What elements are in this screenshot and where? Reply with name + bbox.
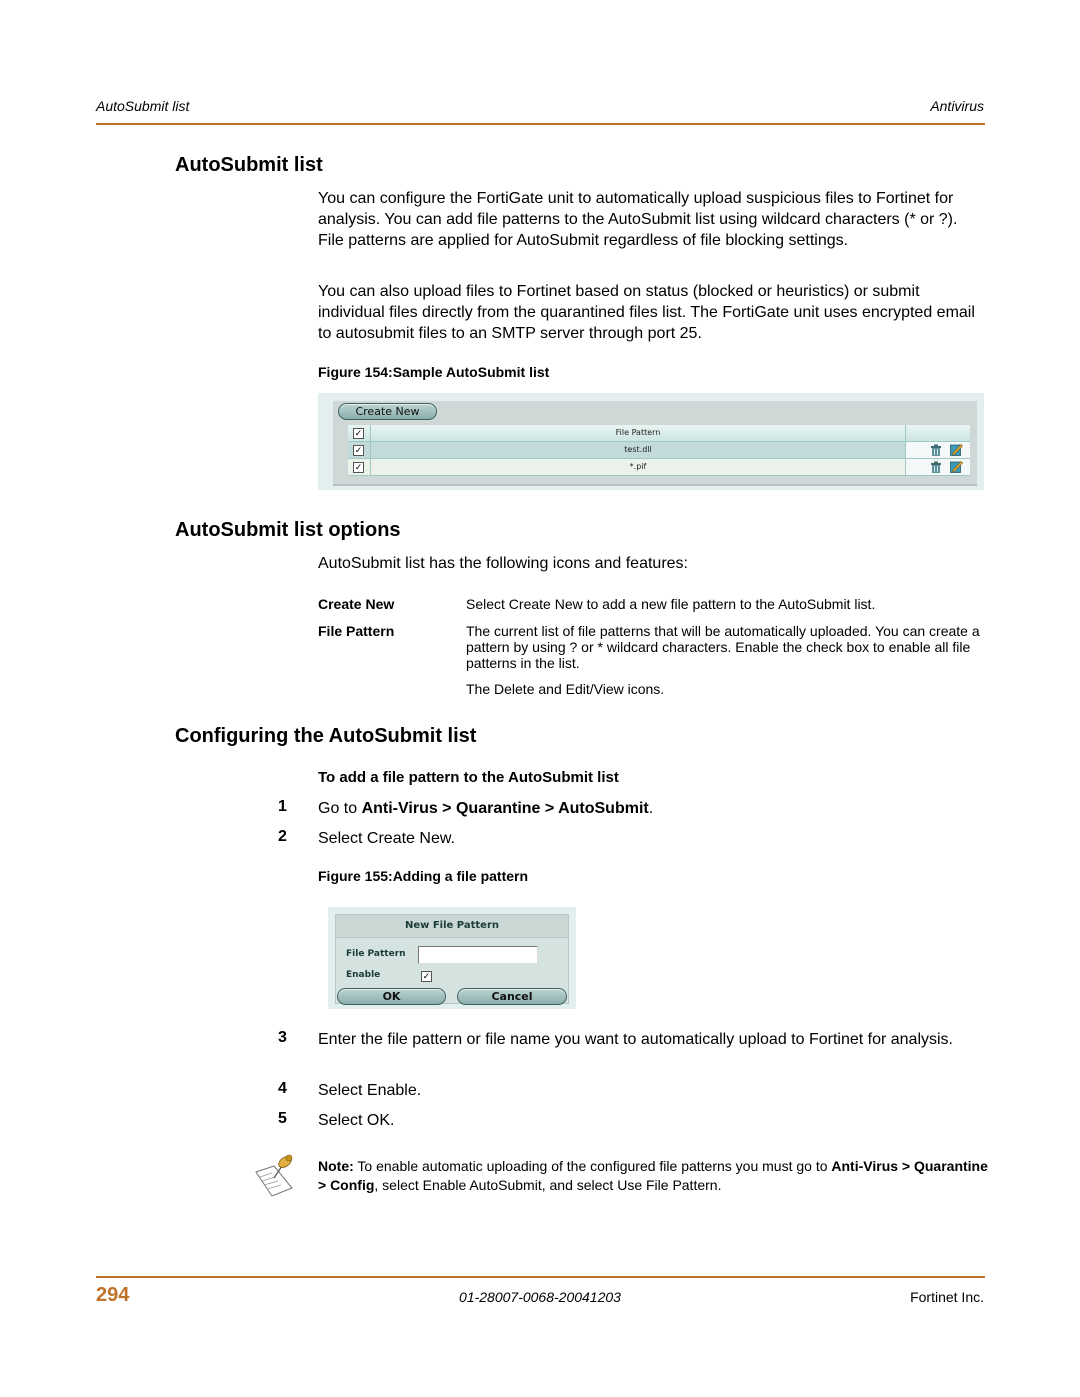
step-1-text: Go to Anti-Virus > Quarantine > AutoSubm… xyxy=(318,798,978,819)
delete-icon[interactable] xyxy=(930,461,942,473)
select-all-checkbox[interactable]: ✓ xyxy=(353,428,364,439)
edit-view-icon[interactable] xyxy=(950,443,963,456)
cancel-button[interactable]: Cancel xyxy=(457,988,567,1005)
step-1-suffix: . xyxy=(648,800,654,817)
row-enable-checkbox[interactable]: ✓ xyxy=(353,462,364,473)
step-number: 3 xyxy=(278,1029,287,1046)
section-title-configuring: Configuring the AutoSubmit list xyxy=(175,725,477,747)
note-pushpin-icon xyxy=(255,1154,293,1197)
file-pattern-table: ✓ File Pattern ✓ test.dll ✓ *.pif xyxy=(348,425,970,476)
definition-term-create-new: Create New xyxy=(318,596,395,612)
note-text-part-2: , select Enable AutoSubmit, and select U… xyxy=(374,1177,722,1193)
table-row: ✓ *.pif xyxy=(348,459,970,476)
figure-155-new-file-pattern: New File Pattern File Pattern Enable ✓ O… xyxy=(328,907,576,1009)
figure-154-caption: Figure 154:Sample AutoSubmit list xyxy=(318,364,550,380)
definition-text-icons: The Delete and Edit/View icons. xyxy=(466,681,665,697)
intro-paragraph-2: You can also upload files to Fortinet ba… xyxy=(318,283,975,342)
company-name: Fortinet Inc. xyxy=(910,1289,984,1305)
file-pattern-label: File Pattern xyxy=(346,949,406,959)
procedure-title: To add a file pattern to the AutoSubmit … xyxy=(318,769,619,786)
figure-154-autosubmit-list: Create New ✓ File Pattern ✓ test.dll ✓ *… xyxy=(318,393,984,490)
definition-text-file-pattern: The current list of file patterns that w… xyxy=(466,623,980,671)
autosubmit-list-panel: Create New ✓ File Pattern ✓ test.dll ✓ *… xyxy=(333,401,977,486)
edit-view-icon[interactable] xyxy=(950,460,963,473)
intro-paragraph-1: You can configure the FortiGate unit to … xyxy=(318,190,958,249)
note-text: Note: To enable automatic uploading of t… xyxy=(318,1157,988,1195)
file-pattern-cell: *.pif xyxy=(371,459,906,475)
step-number: 2 xyxy=(278,828,287,845)
enable-label: Enable xyxy=(346,970,381,980)
section-title-list-options: AutoSubmit list options xyxy=(175,519,401,541)
step-5-text: Select OK. xyxy=(318,1112,395,1129)
enable-checkbox[interactable]: ✓ xyxy=(421,971,432,982)
create-new-button[interactable]: Create New xyxy=(338,403,437,420)
menu-path: Anti-Virus > Quarantine > AutoSubmit xyxy=(361,800,649,817)
options-intro: AutoSubmit list has the following icons … xyxy=(318,555,688,572)
new-file-pattern-dialog: New File Pattern File Pattern Enable ✓ O… xyxy=(335,914,569,1005)
file-pattern-cell: test.dll xyxy=(371,442,906,458)
step-1-prefix: Go to xyxy=(318,800,362,817)
step-2-text: Select Create New. xyxy=(318,830,455,847)
table-header-row: ✓ File Pattern xyxy=(348,425,970,442)
step-number: 5 xyxy=(278,1110,287,1127)
ok-button[interactable]: OK xyxy=(337,988,446,1005)
figure-155-caption: Figure 155:Adding a file pattern xyxy=(318,868,529,884)
note-text-part-1: To enable automatic uploading of the con… xyxy=(353,1158,832,1174)
table-row: ✓ test.dll xyxy=(348,442,970,459)
delete-icon[interactable] xyxy=(930,444,942,456)
step-number: 1 xyxy=(278,798,287,815)
row-enable-checkbox[interactable]: ✓ xyxy=(353,445,364,456)
definition-text-create-new: Select Create New to add a new file patt… xyxy=(466,596,876,612)
step-number: 4 xyxy=(278,1080,287,1097)
column-header-file-pattern: File Pattern xyxy=(371,425,906,441)
step-4-text: Select Enable. xyxy=(318,1082,422,1099)
running-header-section: AutoSubmit list xyxy=(96,98,190,114)
footer-rule xyxy=(96,1276,985,1278)
file-pattern-input[interactable] xyxy=(418,946,538,964)
running-header-chapter: Antivirus xyxy=(930,98,984,114)
dialog-title: New File Pattern xyxy=(336,915,568,938)
note-label: Note: xyxy=(318,1158,354,1174)
section-title-autosubmit-list: AutoSubmit list xyxy=(175,154,323,176)
step-3-text: Enter the file pattern or file name you … xyxy=(318,1031,953,1048)
header-rule xyxy=(96,123,985,125)
definition-term-file-pattern: File Pattern xyxy=(318,623,395,639)
